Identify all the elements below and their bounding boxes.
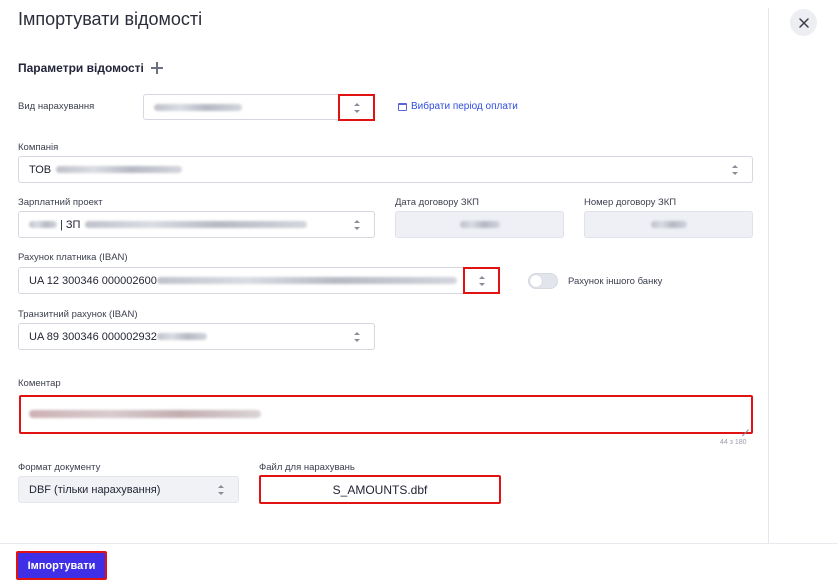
- import-button[interactable]: Імпортувати: [16, 551, 107, 580]
- resize-handle-icon[interactable]: [742, 423, 749, 430]
- company-select[interactable]: ТОВ: [18, 156, 753, 183]
- plus-icon[interactable]: [150, 62, 163, 74]
- payer-account-label: Рахунок платника (IBAN): [18, 252, 128, 263]
- transit-account-select[interactable]: UA 89 300346 000002932: [18, 323, 375, 350]
- transit-account-prefix: UA 89 300346 000002932: [29, 330, 157, 343]
- salary-project-select[interactable]: | ЗП: [18, 211, 375, 238]
- contract-date-field: [395, 211, 564, 238]
- select-arrows-icon: [217, 485, 225, 495]
- company-label: Компанія: [18, 142, 59, 153]
- file-name: S_AMOUNTS.dbf: [332, 482, 428, 497]
- dialog-footer: [0, 543, 838, 581]
- salary-project-prefix: | ЗП: [60, 218, 81, 231]
- salary-project-value-blur: [85, 221, 308, 228]
- doc-format-select[interactable]: DBF (тільки нарахування): [18, 476, 239, 503]
- close-button[interactable]: [790, 9, 817, 36]
- select-arrows-icon: [353, 332, 361, 342]
- other-bank-toggle[interactable]: [528, 273, 558, 289]
- section-header: Параметри відомості: [18, 61, 163, 75]
- comment-counter: 44 з 180: [720, 439, 747, 446]
- transit-account-value-blur: [156, 333, 207, 340]
- choose-period-label: Вибрати період оплати: [411, 101, 518, 112]
- select-arrows-icon: [731, 165, 739, 175]
- close-icon: [798, 17, 809, 28]
- other-bank-label: Рахунок іншого банку: [568, 276, 663, 287]
- select-arrows-icon: [353, 220, 361, 230]
- doc-format-label: Формат документу: [18, 462, 101, 473]
- select-arrows-icon: [478, 276, 486, 286]
- contract-date-label: Дата договору ЗКП: [395, 197, 479, 208]
- choose-period-link[interactable]: Вибрати період оплати: [398, 101, 518, 112]
- comment-label: Коментар: [18, 378, 61, 389]
- import-dialog: Імпортувати відомості Параметри відомост…: [0, 0, 838, 581]
- toggle-knob: [530, 275, 542, 287]
- contract-date-value: [459, 221, 500, 228]
- transit-account-label: Транзитний рахунок (IBAN): [18, 309, 138, 320]
- file-label: Файл для нарахувань: [259, 462, 355, 473]
- salary-project-code-blur: [29, 221, 57, 228]
- select-arrows-icon: [353, 103, 361, 113]
- dialog-title: Імпортувати відомості: [18, 9, 203, 29]
- payer-account-select[interactable]: UA 12 300346 000002600: [18, 267, 498, 294]
- payer-account-arrow[interactable]: [463, 267, 500, 294]
- company-value-prefix: ТОВ: [29, 163, 52, 176]
- company-value-blur: [56, 166, 183, 173]
- comment-value-blur: [29, 409, 261, 418]
- accrual-type-label: Вид нарахування: [18, 101, 95, 112]
- payer-account-value-blur: [156, 277, 457, 284]
- comment-textarea[interactable]: [19, 395, 753, 434]
- section-title: Параметри відомості: [18, 61, 144, 75]
- contract-number-label: Номер договору ЗКП: [584, 197, 677, 208]
- salary-project-label: Зарплатний проект: [18, 197, 103, 208]
- divider: [768, 8, 769, 544]
- accrual-type-value: [154, 103, 242, 111]
- payer-account-prefix: UA 12 300346 000002600: [29, 274, 157, 287]
- doc-format-value: DBF (тільки нарахування): [29, 483, 161, 496]
- file-upload-field[interactable]: S_AMOUNTS.dbf: [259, 475, 501, 504]
- calendar-icon: [398, 102, 407, 111]
- contract-number-value: [650, 221, 687, 228]
- accrual-type-arrow[interactable]: [338, 94, 375, 121]
- contract-number-field: [584, 211, 753, 238]
